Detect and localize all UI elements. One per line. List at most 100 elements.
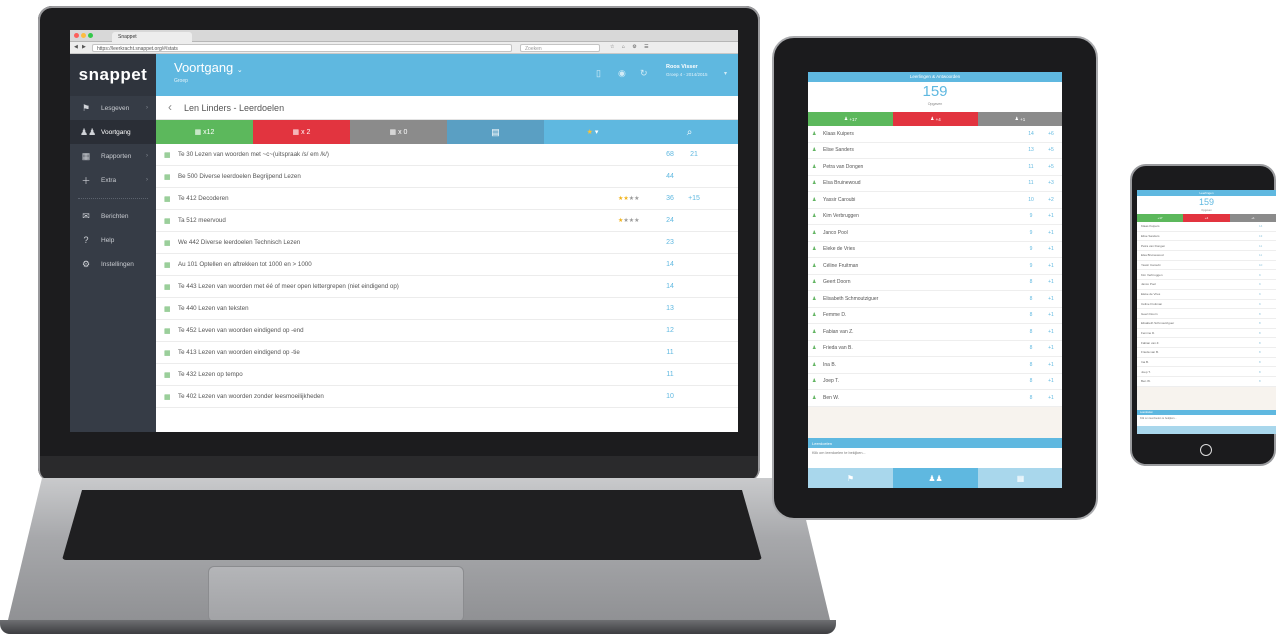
list-item[interactable]: Elisabeth Schmoutziguer 8 xyxy=(1137,319,1276,329)
tablet-tab-gray[interactable]: ♟ +1 xyxy=(978,112,1062,126)
list-item[interactable]: ♟ Elise Sanders 13 +5 xyxy=(808,143,1062,159)
list-item[interactable]: ♟ Klaas Kuipers 14 +6 xyxy=(808,126,1062,143)
sidebar-item-lesgeven[interactable]: ⚑ Lesgeven › xyxy=(70,96,156,120)
list-item[interactable]: Eleke de Vries 9 xyxy=(1137,290,1276,300)
goal-text: Te 412 Decoderen xyxy=(178,195,229,202)
phone-tab-gray[interactable]: +1 xyxy=(1230,214,1276,222)
star-icon: ★ xyxy=(586,129,593,136)
goal-count: 68 xyxy=(666,151,674,158)
list-item[interactable]: Joep T. 8 xyxy=(1137,367,1276,377)
search-icon: ⌕ xyxy=(686,126,693,138)
sidebar-item-voortgang[interactable]: ♟♟ Voortgang xyxy=(70,120,156,144)
table-row[interactable]: ▦ We 442 Diverse leerdoelen Technisch Lez… xyxy=(156,232,738,254)
phone-bottom-nav[interactable] xyxy=(1137,426,1276,434)
device-icon[interactable]: ▯ xyxy=(596,68,601,79)
table-row[interactable]: ▦ Te 412 Decoderen ★★★★ 36 +15 xyxy=(156,188,738,210)
broadcast-icon[interactable]: ◉ xyxy=(618,68,626,79)
table-row[interactable]: ▦ Au 101 Optellen en aftrekken tot 1000 e… xyxy=(156,254,738,276)
tablet-tab-green[interactable]: ♟ +17 xyxy=(808,112,893,126)
list-item[interactable]: Klaas Kuipers 14 xyxy=(1137,222,1276,232)
list-item[interactable]: Elsa Bruinewoud 11 xyxy=(1137,251,1276,261)
sidebar-item-help[interactable]: ? Help xyxy=(70,228,156,252)
list-item[interactable]: ♟ Joep T. 8 +1 xyxy=(808,374,1062,390)
phone-footer-text[interactable]: Klik om leerdoelen te bekijken... xyxy=(1137,415,1276,426)
phone-tab-red[interactable]: +4 xyxy=(1183,214,1230,222)
list-item[interactable]: Femme D. 8 xyxy=(1137,329,1276,339)
list-item[interactable]: ♟ Kim Verbruggen 9 +1 xyxy=(808,209,1062,225)
browser-tab[interactable]: Snappet xyxy=(112,32,192,42)
sidebar-item-extra[interactable]: ＋ Extra › xyxy=(70,168,156,192)
tablet-footer-text[interactable]: Klik om leerdoelen te bekijken... xyxy=(808,448,1062,468)
list-item[interactable]: ♟ Janco Pool 9 +1 xyxy=(808,225,1062,242)
browser-search-input[interactable]: Zoeken xyxy=(520,44,600,52)
list-item[interactable]: Geert Doorn 8 xyxy=(1137,309,1276,319)
filter-mastered[interactable]: ▦ x12 xyxy=(156,120,253,144)
table-row[interactable]: ▦ Te 413 Lezen van woorden eindigend op -… xyxy=(156,342,738,364)
forward-arrow-icon[interactable]: ▶ xyxy=(82,44,86,50)
sidebar-item-label: Lesgeven xyxy=(101,104,130,112)
chevron-down-icon[interactable]: ▾ xyxy=(724,70,727,77)
back-arrow-icon[interactable]: ◀ xyxy=(74,44,78,50)
student-name: Petra van Dongen xyxy=(1141,243,1166,248)
list-item[interactable]: ♟ Elsa Bruinewoud 11 +3 xyxy=(808,176,1062,192)
maximize-window-icon[interactable] xyxy=(88,33,93,38)
list-item[interactable]: ♟ Ina B. 8 +1 xyxy=(808,357,1062,374)
filter-none[interactable]: ▦ x 0 xyxy=(350,120,447,144)
sidebar-item-berichten[interactable]: ✉ Berichten xyxy=(70,204,156,228)
sidebar: snappet ⚑ Lesgeven › ♟♟ Voortgang ▦ Rapp… xyxy=(70,54,156,432)
sidebar-item-instellingen[interactable]: ⚙ Instellingen xyxy=(70,252,156,276)
page-title[interactable]: Voortgang ⌄ xyxy=(174,60,243,75)
browser-toolbar-icons[interactable]: ☆ ⌂ ⚙ ☰ xyxy=(610,44,652,50)
list-item[interactable]: Kim Verbruggen 9 xyxy=(1137,270,1276,281)
list-item[interactable]: Fabian van Z. 8 xyxy=(1137,338,1276,348)
list-item[interactable]: Janco Pool 9 xyxy=(1137,280,1276,290)
user-name[interactable]: Roos Visser xyxy=(666,64,698,70)
filter-stars[interactable]: ★ ▾ xyxy=(544,120,641,144)
refresh-icon[interactable]: ↻ xyxy=(640,68,648,79)
filter-struggling[interactable]: ▦ x 2 xyxy=(253,120,350,144)
list-item[interactable]: ♟ Céline Fruitman 9 +1 xyxy=(808,258,1062,275)
goal-count: 44 xyxy=(666,173,674,180)
tablet-tab-red[interactable]: ♟ +4 xyxy=(893,112,978,126)
list-item[interactable]: ♟ Eleke de Vries 9 +1 xyxy=(808,242,1062,258)
grid-icon[interactable]: ▦ xyxy=(978,468,1062,488)
table-row[interactable]: ▦ Te 432 Lezen op tempo 11 xyxy=(156,364,738,386)
close-window-icon[interactable] xyxy=(74,33,79,38)
list-item[interactable]: ♟ Fabian van Z. 8 +1 xyxy=(808,324,1062,341)
table-row[interactable]: ▦ Te 402 Lezen van woorden zonder leesmoe… xyxy=(156,386,738,408)
presenter-icon[interactable]: ⚑ xyxy=(808,468,893,488)
phone-tab-green[interactable]: +17 xyxy=(1137,214,1183,222)
minimize-window-icon[interactable] xyxy=(81,33,86,38)
filter-calendar[interactable]: ▤ xyxy=(447,120,544,144)
list-item[interactable]: ♟ Petra van Dongen 11 +5 xyxy=(808,159,1062,176)
list-item[interactable]: Frieda van B. 8 xyxy=(1137,348,1276,358)
grid-icon: ▦ xyxy=(164,195,171,203)
user-group: Groep 4 - 2014/2015 xyxy=(666,72,708,77)
people-icon[interactable]: ♟♟ xyxy=(893,468,978,488)
subheader: ‹ Len Linders - Leerdoelen xyxy=(156,96,738,120)
phone-home-button[interactable] xyxy=(1200,444,1212,456)
list-item[interactable]: ♟ Yassir Caroubi 10 +2 xyxy=(808,192,1062,209)
list-item[interactable]: Ben W. 8 xyxy=(1137,377,1276,387)
table-row[interactable]: ▦ Te 30 Lezen van woorden met ~c~(uitspra… xyxy=(156,144,738,166)
table-row[interactable]: ▦ Ta 512 meervoud ★★★★ 24 xyxy=(156,210,738,232)
list-item[interactable]: Céline Fruitman 9 xyxy=(1137,300,1276,310)
table-row[interactable]: ▦ Te 440 Lezen van teksten 13 xyxy=(156,298,738,320)
list-item[interactable]: Yassir Caroubi 10 xyxy=(1137,261,1276,271)
list-item[interactable]: ♟ Femme D. 8 +1 xyxy=(808,308,1062,324)
chevron-left-icon[interactable]: ‹ xyxy=(168,100,172,114)
list-item[interactable]: ♟ Frieda van B. 8 +1 xyxy=(808,341,1062,357)
list-item[interactable]: Ina B. 8 xyxy=(1137,358,1276,368)
list-item[interactable]: Petra van Dongen 11 xyxy=(1137,241,1276,252)
tablet-footer-title: Leerdoelen xyxy=(808,438,1062,448)
table-row[interactable]: ▦ Be 500 Diverse leerdoelen Begrijpend Le… xyxy=(156,166,738,188)
list-item[interactable]: Elise Sanders 13 xyxy=(1137,232,1276,242)
sidebar-item-rapporten[interactable]: ▦ Rapporten › xyxy=(70,144,156,168)
url-bar[interactable]: https://leerkracht.snappet.org/#/stats xyxy=(92,44,512,52)
table-row[interactable]: ▦ Te 452 Leven van woorden eindigend op -… xyxy=(156,320,738,342)
list-item[interactable]: ♟ Geert Doorn 8 +1 xyxy=(808,275,1062,291)
list-item[interactable]: ♟ Elisabeth Schmoutziguer 8 +1 xyxy=(808,291,1062,308)
filter-search[interactable]: ⌕ xyxy=(641,120,738,144)
table-row[interactable]: ▦ Te 443 Lezen van woorden met éé of meer… xyxy=(156,276,738,298)
list-item[interactable]: ♟ Ben W. 8 +1 xyxy=(808,390,1062,407)
